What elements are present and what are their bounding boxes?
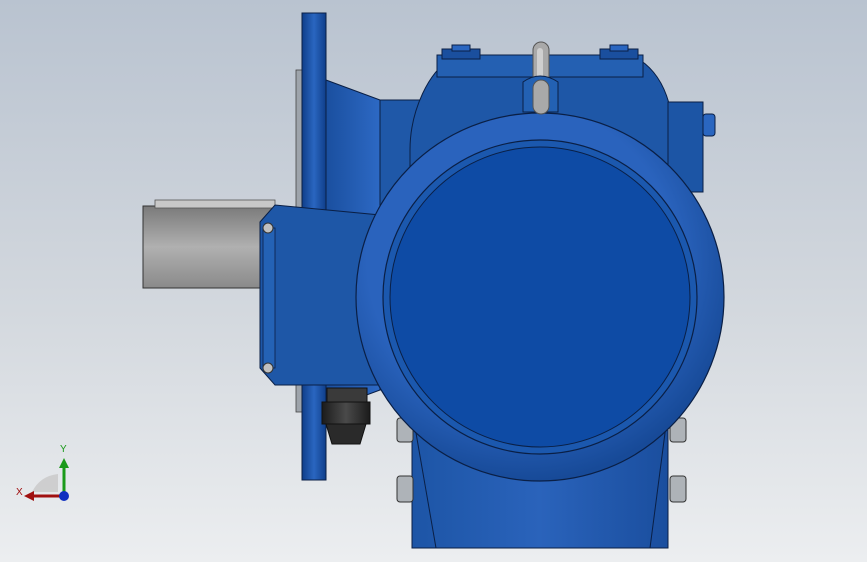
output-shaft[interactable] bbox=[142, 199, 276, 289]
orientation-triad[interactable]: X Y bbox=[10, 440, 80, 510]
triad-y-label: Y bbox=[60, 444, 67, 455]
z-axis-dot bbox=[59, 491, 69, 501]
cable-gland bbox=[321, 387, 371, 445]
triad-axes bbox=[24, 458, 69, 501]
cad-viewport[interactable]: X Y bbox=[0, 0, 867, 562]
side-plug bbox=[702, 113, 716, 137]
motor-end-face bbox=[389, 146, 691, 448]
gearmotor-model[interactable] bbox=[0, 0, 867, 562]
triad-x-label: X bbox=[16, 487, 23, 498]
